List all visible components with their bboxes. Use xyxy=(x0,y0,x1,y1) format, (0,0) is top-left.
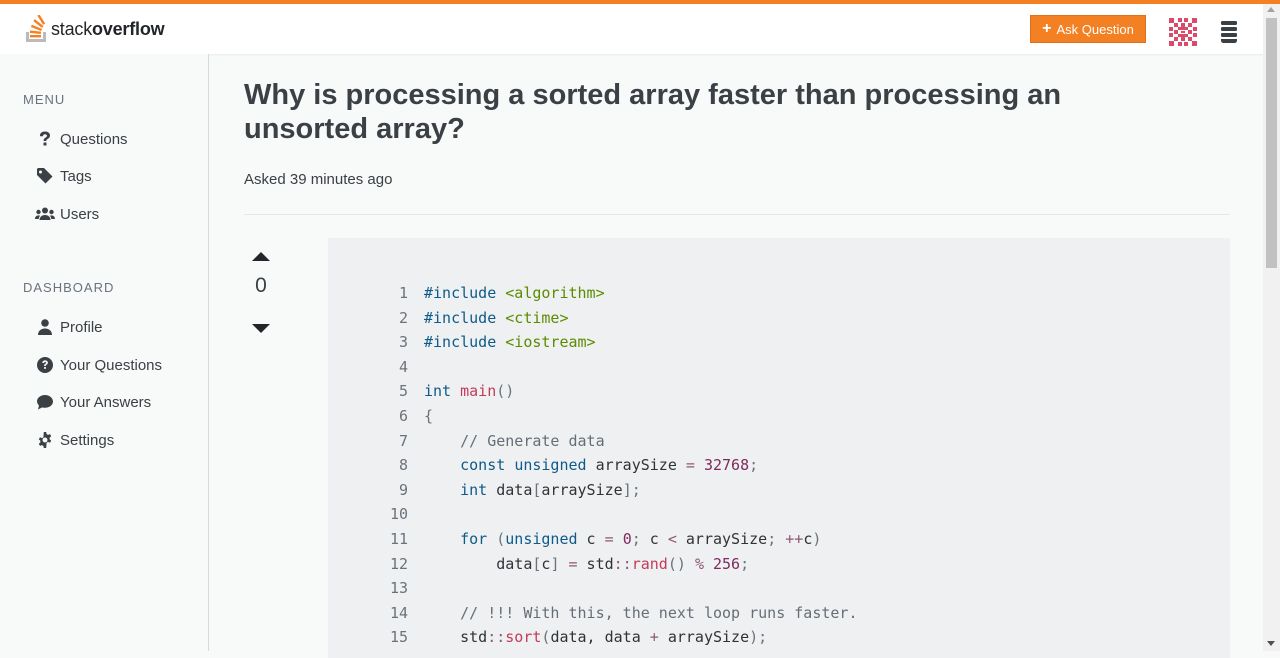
code-line-text: int main() xyxy=(424,382,515,401)
sidebar-item-questions[interactable]: Questions xyxy=(35,127,128,151)
code-line: 10 xyxy=(378,502,857,527)
user-icon xyxy=(35,319,55,335)
code-line-text: // !!! With this, the next loop runs fas… xyxy=(460,603,858,622)
code-line-text: #include <ctime> xyxy=(424,308,569,327)
code-line: 3 #include <iostream> xyxy=(378,330,857,355)
code-line-number: 6 xyxy=(398,406,408,425)
code-line-number: 9 xyxy=(398,480,408,499)
downvote-arrow-icon[interactable] xyxy=(252,324,270,333)
code-line-number: 12 xyxy=(389,554,408,573)
top-bar: stackoverflow + Ask Question xyxy=(0,0,1280,54)
code-line-text: std::sort(data, data + arraySize); xyxy=(424,628,768,647)
code-line-text: for (unsigned c = 0; c < arraySize; ++c) xyxy=(460,529,822,548)
code-line: 2 #include <ctime> xyxy=(378,306,857,331)
sidebar-item-tags[interactable]: Tags xyxy=(35,164,92,188)
stack-menu-icon[interactable] xyxy=(1220,21,1238,43)
code-line-text: data[c] = std::rand() % 256; xyxy=(424,554,750,573)
menu-section-label: MENU xyxy=(23,92,66,107)
sidebar-item-users[interactable]: Users xyxy=(35,202,99,226)
scroll-down-arrow-icon[interactable] xyxy=(1267,641,1275,646)
logo-text-light: stack xyxy=(51,18,93,39)
code-line: 9 int data[arraySize]; xyxy=(378,478,857,503)
code-line: 14 // !!! With this, the next loop runs … xyxy=(378,601,858,626)
code-lines: 1 #include <algorithm> 2 #include <ctime> 3 #… xyxy=(378,281,858,650)
code-line: 12 data[c] = std::rand() % 256; xyxy=(378,552,857,577)
code-line: 15 std::sort(data, data + arraySize); xyxy=(378,625,857,650)
code-line-text: // Generate data xyxy=(460,431,605,450)
code-line-text: int data[arraySize]; xyxy=(460,480,641,499)
code-line: 11 for (unsigned c = 0; c < arraySize; +… xyxy=(378,527,857,552)
page-scrollbar[interactable] xyxy=(1263,4,1280,651)
code-line-number: 3 xyxy=(398,333,408,352)
sidebar-item-your-answers[interactable]: Your Answers xyxy=(35,390,151,414)
code-line: 7 // Generate data xyxy=(378,429,857,454)
logo-text: stackoverflow xyxy=(51,18,165,40)
scroll-up-arrow-icon[interactable] xyxy=(1267,7,1275,12)
question-circle-icon xyxy=(35,357,55,373)
header-divider xyxy=(244,214,1230,215)
asked-time: Asked 39 minutes ago xyxy=(244,171,393,188)
gear-icon xyxy=(35,432,55,448)
code-block: 1 #include <algorithm> 2 #include <ctime> 3 #… xyxy=(328,238,1230,658)
code-line: 13 xyxy=(378,576,857,601)
question-title[interactable]: Why is processing a sorted array faster … xyxy=(244,78,1144,146)
code-line-number: 7 xyxy=(398,431,408,450)
sidebar-item-label: Tags xyxy=(60,167,92,185)
code-line: 8 const unsigned arraySize = 32768; xyxy=(378,453,857,478)
ask-question-button[interactable]: + Ask Question xyxy=(1030,15,1146,43)
code-line-number: 4 xyxy=(398,357,408,376)
tag-icon xyxy=(35,168,55,184)
sidebar-item-label: Your Answers xyxy=(60,393,152,411)
stackoverflow-logo-icon xyxy=(26,15,46,42)
code-line-number: 11 xyxy=(389,529,408,548)
code-line: 6{ xyxy=(378,404,857,429)
plus-icon: + xyxy=(1042,20,1052,37)
sidebar-item-label: Profile xyxy=(60,318,103,336)
scrollbar-thumb[interactable] xyxy=(1266,18,1277,268)
sidebar-item-label: Questions xyxy=(60,130,128,148)
sidebar-item-your-questions[interactable]: Your Questions xyxy=(35,353,162,377)
user-avatar[interactable] xyxy=(1169,18,1197,46)
sidebar-item-settings[interactable]: Settings xyxy=(35,428,114,452)
question-icon xyxy=(35,131,55,147)
stackoverflow-logo[interactable]: stackoverflow xyxy=(24,14,165,44)
logo-text-bold: overflow xyxy=(92,18,165,39)
code-line-number: 5 xyxy=(398,382,408,401)
code-line-number: 8 xyxy=(398,456,408,475)
ask-question-label: Ask Question xyxy=(1056,21,1134,37)
sidebar-item-label: Users xyxy=(60,205,100,223)
code-line: 4 xyxy=(378,355,857,380)
code-line-number: 14 xyxy=(389,603,408,622)
sidebar-item-profile[interactable]: Profile xyxy=(35,315,103,339)
comment-icon xyxy=(35,394,55,410)
code-line-number: 2 xyxy=(398,308,408,327)
vote-count: 0 xyxy=(255,274,267,297)
code-line-number: 1 xyxy=(398,284,408,302)
code-line-number: 15 xyxy=(389,628,408,647)
sidebar-item-label: Your Questions xyxy=(60,356,163,374)
dashboard-section-label: DASHBOARD xyxy=(23,280,115,295)
code-line: 1 #include <algorithm> xyxy=(378,281,857,306)
left-sidebar: MENU Questions Tags Users DASHBOARD Prof… xyxy=(0,54,209,651)
users-icon xyxy=(35,207,55,221)
code-line-number: 13 xyxy=(389,579,408,598)
code-line-number: 10 xyxy=(389,505,408,524)
code-line-text: { xyxy=(424,406,434,425)
code-line-text: #include <algorithm> xyxy=(424,284,605,302)
code-line: 5 int main() xyxy=(378,379,857,404)
upvote-arrow-icon[interactable] xyxy=(252,252,270,261)
code-line-text: #include <iostream> xyxy=(424,333,596,352)
code-line-text: const unsigned arraySize = 32768; xyxy=(460,456,759,475)
sidebar-item-label: Settings xyxy=(60,431,115,449)
